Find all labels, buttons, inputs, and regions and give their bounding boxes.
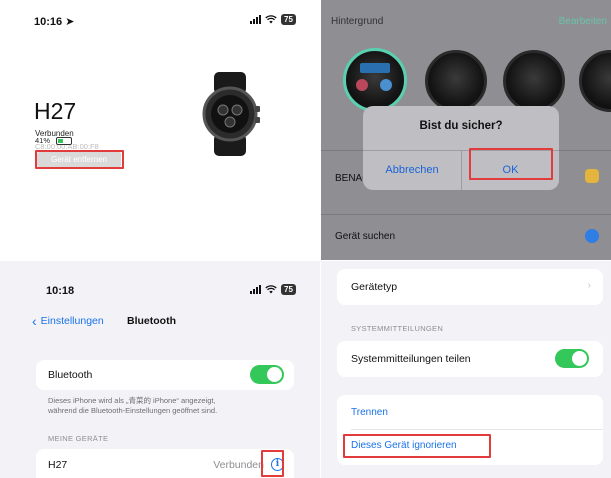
watch-face-option[interactable] <box>503 50 565 112</box>
device-type-row[interactable]: Gerätetyp › <box>337 269 603 305</box>
status-bar-icons: 75 <box>250 14 296 25</box>
back-label: Einstellungen <box>40 315 104 327</box>
find-device-row[interactable]: Gerät suchen <box>321 214 611 258</box>
highlight-remove-button <box>35 150 124 169</box>
wifi-icon <box>265 15 277 24</box>
cancel-button[interactable]: Abbrechen <box>363 150 461 190</box>
bluetooth-settings-panel: 10:18 75 ‹ Einstellungen Bluetooth Bluet… <box>0 261 320 478</box>
chevron-right-icon: › <box>587 280 591 291</box>
device-row[interactable]: H27 Verbunden i <box>36 449 294 478</box>
wifi-icon <box>265 285 277 294</box>
device-status: Verbunden <box>213 459 264 471</box>
watch-face-option[interactable] <box>343 48 407 112</box>
search-icon <box>585 229 599 243</box>
section-header: MEINE GERÄTE <box>48 434 109 443</box>
watch-settings-panel: Hintergrund Bearbeiten D BENACHRICHTIGUN… <box>321 0 611 260</box>
share-notifications-label: Systemmitteilungen teilen <box>351 353 471 365</box>
chevron-left-icon: ‹ <box>32 313 37 329</box>
device-detail-panel: 10:16 ➤ 75 H27 Verbunden C8:00:00:AB:00:… <box>0 0 320 260</box>
battery-indicator: 41% <box>35 136 73 145</box>
highlight-ok-button <box>469 148 553 180</box>
share-notifications-row: Systemmitteilungen teilen <box>337 341 603 377</box>
share-notifications-toggle[interactable] <box>555 349 589 368</box>
highlight-forget-button <box>343 434 491 458</box>
page-title: Bluetooth <box>127 315 176 327</box>
signal-icon <box>250 285 261 294</box>
wallpaper-title: Hintergrund <box>331 16 384 27</box>
bluetooth-toggle-row: Bluetooth <box>36 360 294 390</box>
device-info-panel: Gerätetyp › SYSTEMMITTEILUNGEN Systemmit… <box>321 261 611 478</box>
device-type-label: Gerätetyp <box>351 281 398 293</box>
visibility-note: Dieses iPhone wird als „青菜的 iPhone“ ange… <box>48 396 218 415</box>
device-name: H27 <box>48 459 68 471</box>
location-arrow-icon: ➤ <box>65 16 75 28</box>
edit-link[interactable]: Bearbeiten <box>559 16 607 27</box>
dialog-title: Bist du sicher? <box>419 120 503 132</box>
bluetooth-toggle[interactable] <box>250 365 284 384</box>
disconnect-button[interactable]: Trennen <box>351 407 388 418</box>
device-name: H27 <box>34 98 77 124</box>
smartwatch-image <box>202 72 260 156</box>
status-bar-icons: 75 <box>250 284 296 295</box>
wallpaper-header: Hintergrund Bearbeiten <box>321 0 611 36</box>
find-device-label: Gerät suchen <box>335 231 396 242</box>
battery-bar-icon <box>56 136 73 145</box>
highlight-info-button <box>261 450 284 477</box>
back-button[interactable]: ‹ Einstellungen <box>32 313 104 329</box>
signal-icon <box>250 15 261 24</box>
status-bar-time: 10:18 <box>46 285 75 297</box>
message-icon <box>585 169 599 183</box>
bluetooth-label: Bluetooth <box>48 369 93 381</box>
section-header: SYSTEMMITTEILUNGEN <box>351 324 444 333</box>
battery-icon: 75 <box>281 14 296 25</box>
status-bar-time: 10:16 ➤ <box>34 16 75 28</box>
battery-icon: 75 <box>281 284 296 295</box>
watch-face-option[interactable] <box>425 50 487 112</box>
watch-face-option[interactable] <box>579 50 611 112</box>
battery-percent: 41% <box>35 136 51 145</box>
